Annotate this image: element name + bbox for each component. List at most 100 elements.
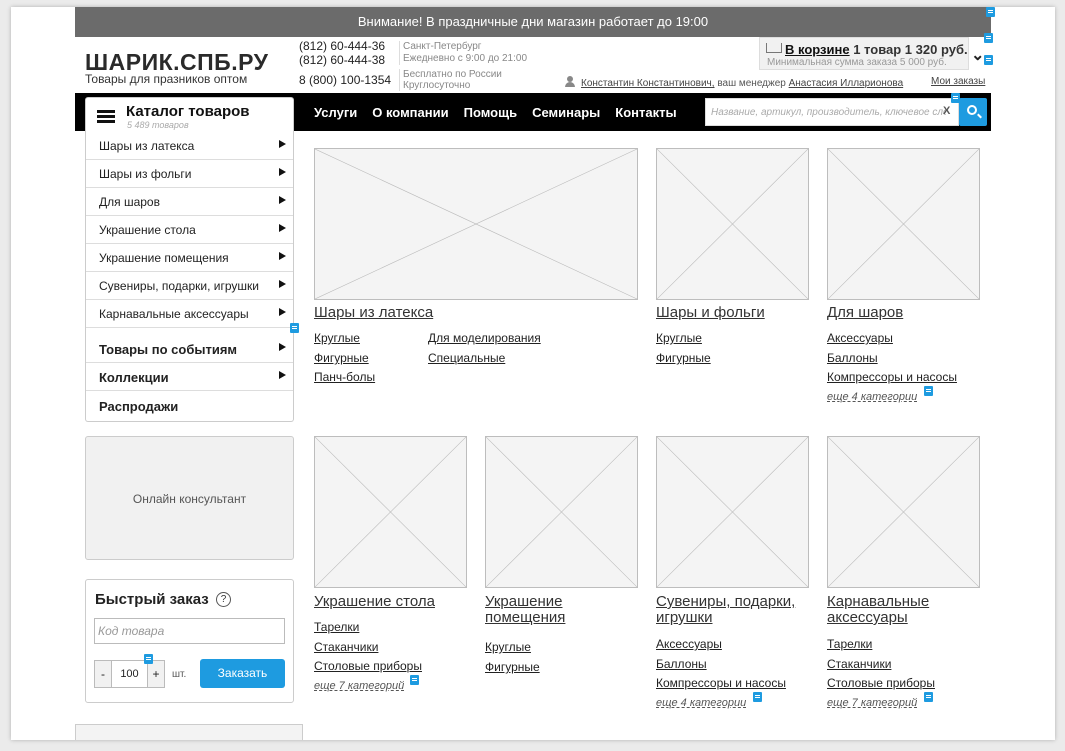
increment-button[interactable]: + (148, 661, 164, 687)
nav-link-contacts[interactable]: Контакты (615, 105, 676, 120)
menu-item-latex[interactable]: Шары из латекса (86, 132, 293, 160)
quantity-stepper: - 100 + (94, 660, 165, 688)
subcategory-link[interactable]: Аксессуары (656, 637, 722, 651)
menu-item-label: Шары из латекса (99, 139, 195, 153)
search-icon (967, 105, 977, 115)
menu-item-sale[interactable]: Распродажи (86, 392, 293, 420)
subcategory-link[interactable]: Тарелки (827, 637, 872, 651)
search-button[interactable] (959, 98, 987, 126)
category-title-line: игрушки (656, 609, 713, 626)
image-placeholder[interactable] (656, 148, 809, 300)
more-categories-link[interactable]: еще 7 категорий (314, 680, 404, 692)
quantity-value[interactable]: 100 (111, 661, 148, 687)
subcategory-link[interactable]: Фигурные (485, 660, 540, 674)
image-placeholder[interactable] (485, 436, 638, 588)
image-placeholder[interactable] (827, 436, 980, 588)
menu-item-foil[interactable]: Шары из фольги (86, 160, 293, 188)
nav-link-about[interactable]: О компании (372, 105, 448, 120)
holiday-banner: Внимание! В праздничные дни магазин рабо… (75, 7, 991, 37)
subcategory-link[interactable]: Специальные (428, 351, 505, 365)
image-placeholder[interactable] (827, 148, 980, 300)
subcategory-link[interactable]: Баллоны (656, 657, 707, 671)
category-title[interactable]: Карнавальные аксессуары (827, 594, 929, 626)
subcategory-link[interactable]: Круглые (485, 640, 531, 654)
nav-link-help[interactable]: Помощь (464, 105, 517, 120)
catalog-button[interactable]: Каталог товаров 5 489 товаров (85, 97, 294, 133)
category-title[interactable]: Шары и фольги (656, 305, 765, 321)
search-input[interactable] (706, 99, 946, 125)
menu-item-room-decor[interactable]: Украшение помещения (86, 244, 293, 272)
arrow-right-icon (279, 280, 286, 288)
more-categories-link[interactable]: еще 7 категорий (827, 697, 917, 709)
menu-item-label: Для шаров (99, 195, 160, 209)
menu-item-label: Карнавальные аксессуары (99, 307, 249, 321)
nav-link-services[interactable]: Услуги (314, 105, 357, 120)
menu-item-events[interactable]: Товары по событиям (86, 335, 293, 363)
cart-link[interactable]: В корзине (785, 42, 850, 57)
menu-item-label: Распродажи (99, 399, 179, 414)
my-orders-link[interactable]: Мои заказы (931, 76, 985, 87)
menu-item-for-balloons[interactable]: Для шаров (86, 188, 293, 216)
subcategory-link[interactable]: Аксессуары (827, 331, 893, 345)
subcategory-link[interactable]: Столовые приборы (827, 676, 935, 690)
decrement-button[interactable]: - (95, 661, 111, 687)
subcategory-link[interactable]: Стаканчики (314, 640, 378, 654)
category-title[interactable]: Украшение помещения (485, 594, 565, 626)
subcategory-link[interactable]: Компрессоры и насосы (827, 370, 957, 384)
annotation-icon (984, 55, 993, 65)
cart-min-order: Минимальная сумма заказа 5 000 руб. (767, 57, 947, 68)
help-icon[interactable]: ? (216, 592, 231, 607)
menu-item-table-decor[interactable]: Украшение стола (86, 216, 293, 244)
subcategory-link[interactable]: Фигурные (656, 351, 711, 365)
subcategory-link[interactable]: Баллоны (827, 351, 878, 365)
category-title-line: Карнавальные (827, 593, 930, 610)
arrow-right-icon (279, 140, 286, 148)
user-link[interactable]: Константин Константинович, (581, 78, 715, 89)
menu-item-carnival[interactable]: Карнавальные аксессуары (86, 300, 293, 328)
category-title-line: помещения (485, 609, 566, 626)
more-categories-link[interactable]: еще 4 категории (656, 697, 746, 709)
clear-search-icon[interactable]: X (943, 105, 950, 117)
image-placeholder[interactable] (314, 436, 467, 588)
tagline: Товары для празников оптом (85, 72, 248, 86)
menu-item-label: Товары по событиям (99, 342, 238, 357)
menu-icon (97, 110, 115, 113)
cart-widget[interactable]: В корзине 1 товар 1 320 руб. Минимальная… (759, 37, 969, 70)
category-title[interactable]: Шары из латекса (314, 305, 433, 321)
more-categories-link[interactable]: еще 4 категории (827, 391, 917, 403)
image-placeholder[interactable] (314, 148, 638, 300)
menu-item-collections[interactable]: Коллекции (86, 363, 293, 391)
category-title[interactable]: Сувениры, подарки, игрушки (656, 594, 795, 626)
subcategory-link[interactable]: Фигурные (314, 351, 369, 365)
annotation-icon (290, 323, 299, 333)
order-button[interactable]: Заказать (200, 659, 285, 688)
content: Внимание! В праздничные дни магазин рабо… (75, 7, 995, 740)
online-consultant[interactable]: Онлайн консультант (85, 436, 294, 560)
product-code-input[interactable] (94, 618, 285, 644)
subcategory-link[interactable]: Столовые приборы (314, 659, 422, 673)
chevron-down-icon[interactable]: ⌄ (971, 45, 984, 65)
quick-order-panel: Быстрый заказ ? - 100 + шт. Заказать (85, 579, 294, 703)
subcategory-link[interactable]: Тарелки (314, 620, 359, 634)
annotation-icon (986, 7, 995, 17)
arrow-right-icon (279, 196, 286, 204)
subcategory-link[interactable]: Для моделирования (428, 331, 541, 345)
subcategory-link[interactable]: Круглые (314, 331, 360, 345)
nav-link-seminars[interactable]: Семинары (532, 105, 600, 120)
menu-item-souvenirs[interactable]: Сувениры, подарки, игрушки (86, 272, 293, 300)
nav-links: Услуги О компании Помощь Семинары Контак… (314, 93, 677, 131)
page: Внимание! В праздничные дни магазин рабо… (11, 7, 1055, 740)
manager-info: Константин Константинович, ваш менеджер … (565, 76, 903, 89)
subcategory-link[interactable]: Панч-болы (314, 370, 375, 384)
category-title[interactable]: Для шаров (827, 305, 903, 321)
image-placeholder (75, 724, 303, 740)
search-box: X (705, 98, 959, 126)
subcategory-link[interactable]: Компрессоры и насосы (656, 676, 786, 690)
category-title[interactable]: Украшение стола (314, 594, 435, 610)
subcategory-link[interactable]: Круглые (656, 331, 702, 345)
menu-item-label: Сувениры, подарки, игрушки (99, 279, 259, 293)
manager-link[interactable]: Анастасия Илларионова (789, 78, 904, 89)
category-title-line: Сувениры, подарки, (656, 593, 796, 610)
image-placeholder[interactable] (656, 436, 809, 588)
subcategory-link[interactable]: Стаканчики (827, 657, 891, 671)
